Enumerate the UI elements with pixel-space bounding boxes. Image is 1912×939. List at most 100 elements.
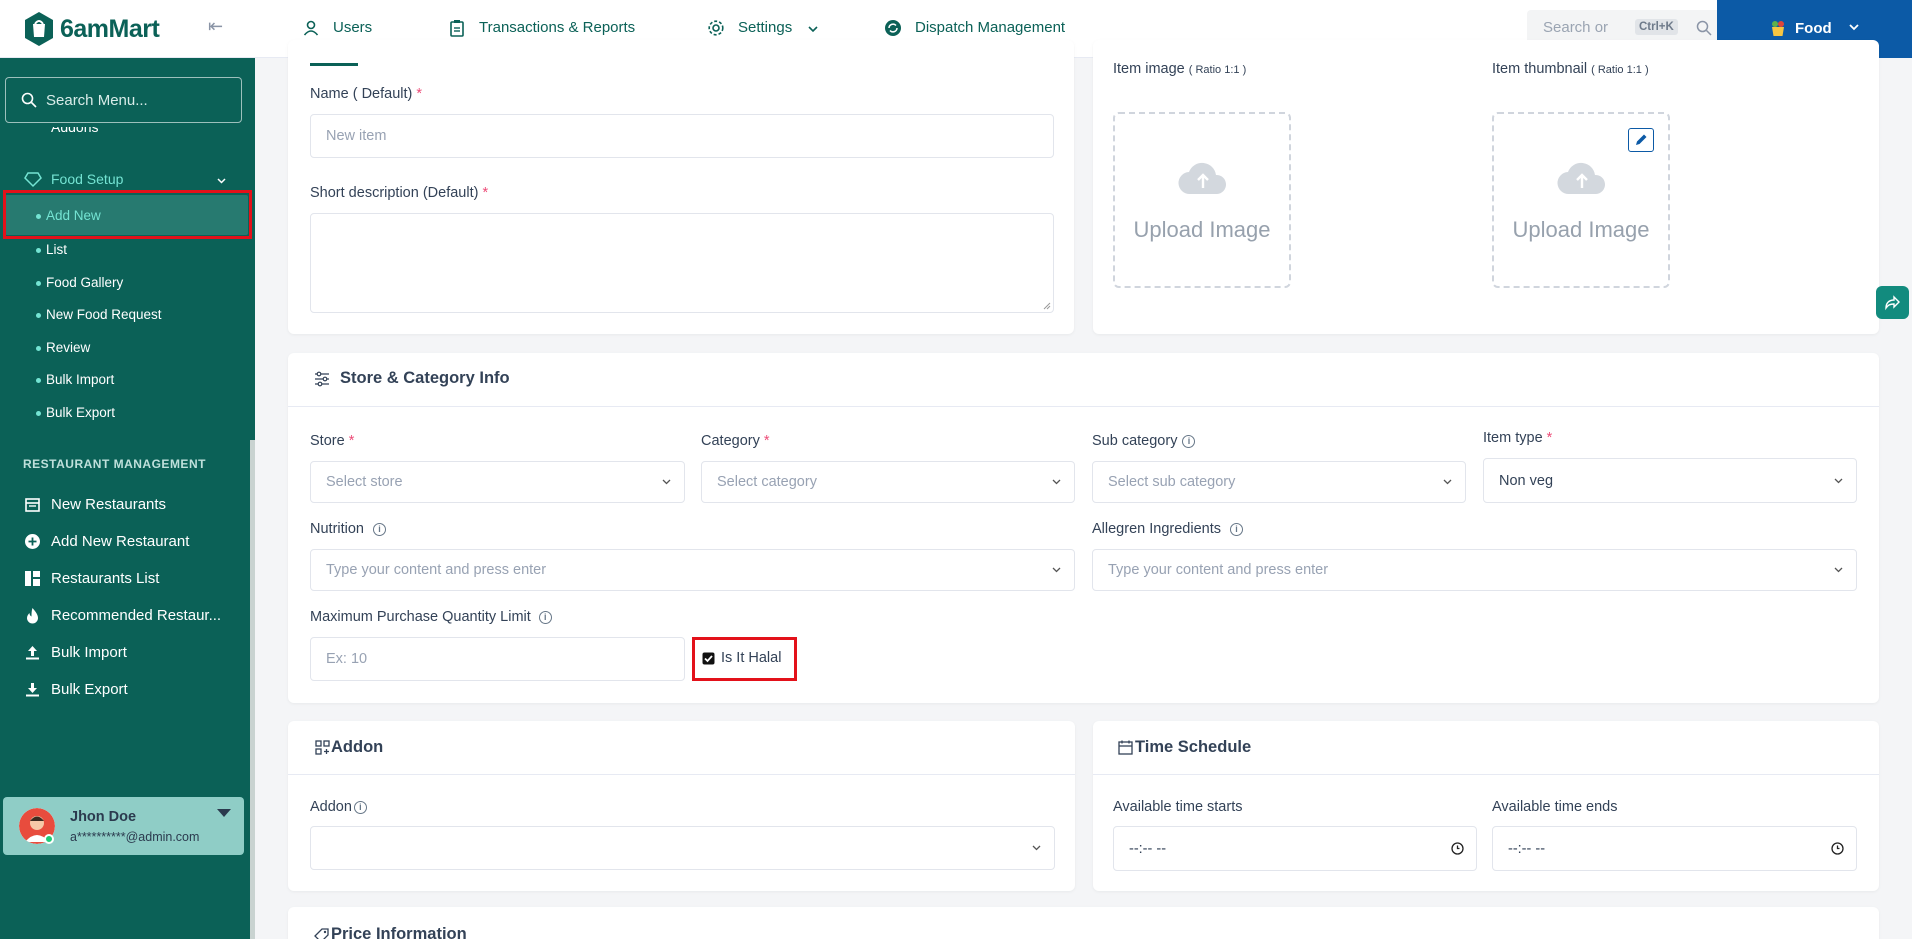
user-card[interactable]: Jhon Doe a**********@admin.com <box>3 797 244 855</box>
sidebar-subitem-list[interactable]: List <box>35 242 67 257</box>
sidebar-item-label: Addons <box>51 127 99 135</box>
edit-thumbnail-button[interactable] <box>1628 128 1654 152</box>
sidebar-item-bulk-export[interactable]: Bulk Export <box>0 675 255 705</box>
chevron-down-icon <box>1834 567 1843 573</box>
allergen-label: Allegren Ingredients i <box>1092 521 1243 537</box>
fire-icon <box>27 608 38 624</box>
upload-image-text: Upload Image <box>1512 217 1650 242</box>
item-thumbnail-upload[interactable]: Upload Image <box>1492 112 1670 288</box>
chevron-down-icon <box>217 178 226 184</box>
sidebar-item-new-restaurants[interactable]: New Restaurants <box>0 490 255 520</box>
section-title-restaurant-management: RESTAURANT MANAGEMENT <box>23 457 206 471</box>
brand-name: 6amMart <box>60 15 160 43</box>
sidebar-item-label: Restaurants List <box>51 570 160 587</box>
store-select[interactable]: Select store <box>310 461 685 503</box>
chevron-down-icon <box>808 26 818 33</box>
sidebar: 6amMart ⇤ Addons Food Setup Add New List… <box>0 0 255 939</box>
sidebar-item-label: Recommended Restaur... <box>51 607 222 624</box>
sidebar-subitem-bulk-import[interactable]: Bulk Import <box>35 372 114 387</box>
name-input[interactable]: New item <box>310 114 1054 158</box>
pencil-icon <box>1636 134 1647 145</box>
sidebar-item-food-setup[interactable]: Food Setup <box>0 170 255 190</box>
card-title: Time Schedule <box>1135 738 1252 756</box>
time-start-label: Available time starts <box>1113 799 1243 815</box>
resize-handle-icon[interactable] <box>1043 302 1051 310</box>
item-type-label: Item type * <box>1483 430 1553 446</box>
nutrition-label: Nutrition i <box>310 521 386 537</box>
food-module-icon <box>1772 21 1784 36</box>
active-item-bg <box>5 195 248 235</box>
gear-icon <box>708 20 724 36</box>
sidebar-scrollbar[interactable] <box>250 440 255 939</box>
card-header: Addon <box>288 721 1075 775</box>
nav-label: Users <box>333 19 373 36</box>
chevron-down-icon <box>662 479 671 485</box>
item-images-card: Item image ( Ratio 1:1 ) Upload Image It… <box>1093 40 1879 334</box>
caret-down-icon[interactable] <box>217 809 231 817</box>
info-icon: i <box>1229 522 1243 536</box>
calendar-icon <box>1118 740 1133 755</box>
module-label: Food <box>1795 20 1832 37</box>
price-info-card: Price Information <box>288 907 1879 939</box>
sidebar-subitem-add-new[interactable]: Add New <box>36 208 101 223</box>
upload-image-text: Upload Image <box>1133 217 1271 242</box>
card-header: Time Schedule <box>1093 721 1879 775</box>
grid-list-icon <box>25 571 40 586</box>
short-description-label: Short description (Default) * <box>310 185 489 201</box>
chevron-down-icon <box>1052 567 1061 573</box>
sidebar-item-restaurants-list[interactable]: Restaurants List <box>0 564 255 594</box>
sidebar-item-recommended-restaurants[interactable]: Recommended Restaur... <box>0 601 255 631</box>
user-name: Jhon Doe <box>70 809 137 825</box>
active-lang-tab-indicator <box>310 63 358 66</box>
sidebar-item-addons[interactable]: Addons <box>0 127 250 137</box>
nutrition-input[interactable]: Type your content and press enter <box>310 549 1075 591</box>
sidebar-item-label: New Restaurants <box>51 496 167 513</box>
time-schedule-card: Time Schedule Available time starts --:-… <box>1093 721 1879 891</box>
diamond-icon <box>24 172 42 188</box>
nav-label: Settings <box>738 19 793 36</box>
info-icon: i <box>373 522 386 536</box>
sidebar-item-bulk-import[interactable]: Bulk Import <box>0 638 255 668</box>
refresh-icon <box>885 20 901 36</box>
sub-category-select[interactable]: Select sub category <box>1092 461 1466 503</box>
sidebar-item-label: Add New Restaurant <box>51 533 190 550</box>
category-select[interactable]: Select category <box>701 461 1075 503</box>
halal-checkbox[interactable] <box>702 652 715 665</box>
short-description-textarea[interactable] <box>310 213 1054 313</box>
sidebar-item-add-new-restaurant[interactable]: Add New Restaurant <box>0 527 255 557</box>
search-placeholder: Search or <box>1543 19 1609 36</box>
info-icon: i <box>1182 434 1196 448</box>
calendar-icon <box>25 498 40 512</box>
sidebar-subitem-food-gallery[interactable]: Food Gallery <box>35 275 123 290</box>
sidebar-subitem-bulk-export[interactable]: Bulk Export <box>35 405 115 420</box>
category-label: Category * <box>701 433 770 449</box>
item-thumbnail-label: Item thumbnail ( Ratio 1:1 ) <box>1492 61 1649 77</box>
item-image-label: Item image ( Ratio 1:1 ) <box>1113 61 1247 77</box>
menu-search-input[interactable] <box>46 86 231 114</box>
clock-icon <box>1451 841 1464 855</box>
card-title: Addon <box>331 738 384 756</box>
user-email: a**********@admin.com <box>70 830 200 844</box>
item-image-upload[interactable]: Upload Image <box>1113 112 1291 288</box>
collapse-sidebar-icon[interactable]: ⇤ <box>208 16 223 37</box>
nav-label: Transactions & Reports <box>479 19 636 36</box>
share-icon <box>1885 295 1900 311</box>
share-floating-button[interactable] <box>1876 286 1909 319</box>
card-title: Store & Category Info <box>340 369 510 387</box>
chevron-down-icon <box>1849 24 1859 31</box>
halal-label: Is It Halal <box>721 650 782 666</box>
addon-select[interactable] <box>310 826 1055 870</box>
time-start-input[interactable]: --:-- -- <box>1113 826 1477 871</box>
allergen-input[interactable]: Type your content and press enter <box>1092 549 1857 591</box>
keyboard-shortcut: Ctrl+K <box>1635 19 1678 35</box>
menu-search[interactable] <box>5 77 242 123</box>
plus-circle-icon <box>25 534 40 549</box>
item-type-select[interactable]: Non veg <box>1483 458 1857 503</box>
time-end-input[interactable]: --:-- -- <box>1492 826 1857 871</box>
sidebar-subitem-new-food-request[interactable]: New Food Request <box>36 307 162 322</box>
time-end-label: Available time ends <box>1492 799 1618 815</box>
sidebar-item-label: Bulk Export <box>51 681 128 698</box>
sidebar-subitem-review[interactable]: Review <box>35 340 90 355</box>
max-purchase-qty-input[interactable]: Ex: 10 <box>310 637 685 681</box>
cloud-upload-icon <box>1178 162 1227 195</box>
